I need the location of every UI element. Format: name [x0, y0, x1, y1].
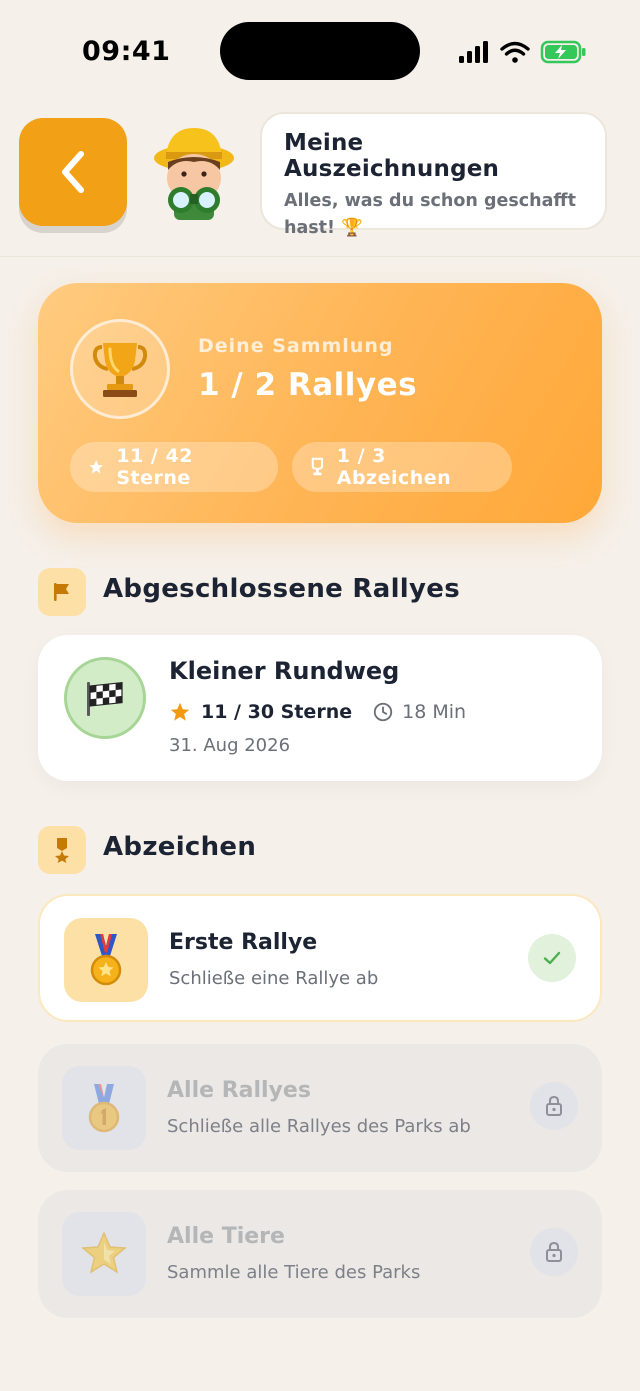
- trophy-badge: [70, 319, 170, 419]
- star-icon: [89, 460, 103, 474]
- header-divider: [0, 256, 640, 257]
- badge-description: Schließe alle Rallyes des Parks ab: [167, 1116, 471, 1137]
- badge-icon-box: [62, 1066, 146, 1150]
- badge-card-alle-tiere[interactable]: Alle Tiere Sammle alle Tiere des Parks: [38, 1190, 602, 1318]
- badge-locked-status: [530, 1082, 578, 1130]
- achievements-screen: 09:41 Meine Auszeichnungen Alles, was du…: [0, 0, 640, 1391]
- badges-pill: 1 / 3 Abzeichen: [292, 442, 512, 492]
- badge-section-icon: [38, 826, 86, 874]
- badge-card-erste-rallye[interactable]: Erste Rallye Schließe eine Rallye ab: [38, 894, 602, 1022]
- back-button[interactable]: [19, 118, 127, 226]
- collection-label: Deine Sammlung: [198, 335, 394, 357]
- badges-heading: Abzeichen: [103, 832, 257, 862]
- rallye-stars: 11 / 30 Sterne: [201, 701, 353, 723]
- badge-title: Alle Tiere: [167, 1224, 285, 1249]
- stars-pill-label: 11 / 42 Sterne: [116, 445, 193, 489]
- rallye-date: 31. Aug 2026: [169, 735, 291, 756]
- badge-description: Schließe eine Rallye ab: [169, 968, 379, 989]
- battery-icon: [540, 40, 586, 64]
- explorer-mascot-icon: [154, 128, 234, 220]
- glowing-star-icon: [81, 1231, 127, 1274]
- checkered-flag-icon: [87, 681, 123, 716]
- dynamic-island: [220, 22, 420, 80]
- badge-icon-box: [62, 1212, 146, 1296]
- trophy-icon: [92, 343, 148, 397]
- rallye-stats: 11 / 30 Sterne 18 Min: [169, 697, 466, 727]
- star-icon: [170, 702, 190, 721]
- badge-locked-status: [530, 1228, 578, 1276]
- clock-icon: [373, 702, 393, 722]
- medal-icon: [55, 838, 69, 863]
- rallye-name: Kleiner Rundweg: [169, 657, 400, 685]
- collection-summary-card: Deine Sammlung 1 / 2 Rallyes 11 / 42 Ste…: [38, 283, 602, 523]
- gold-medal-icon: [90, 934, 122, 986]
- title-card: Meine Auszeichnungen Alles, was du schon…: [260, 112, 607, 238]
- status-time: 09:41: [82, 36, 171, 67]
- collection-rallye-count: 1 / 2 Rallyes: [198, 367, 418, 403]
- rallye-card[interactable]: Kleiner Rundweg 11 / 30 Sterne 18 Min 31…: [38, 635, 602, 781]
- wifi-icon: [500, 41, 530, 63]
- stars-pill: 11 / 42 Sterne: [70, 442, 278, 492]
- first-place-medal-icon: [88, 1084, 120, 1133]
- chevron-left-icon: [62, 151, 84, 193]
- lock-icon: [546, 1095, 562, 1116]
- lock-icon: [546, 1241, 562, 1262]
- status-icons: [459, 40, 586, 64]
- checkered-flag-badge: [64, 657, 146, 739]
- status-bar: 09:41: [0, 0, 640, 100]
- page-subtitle: Alles, was du schon geschafft hast! 🏆: [284, 191, 576, 238]
- checkmark-icon: [543, 951, 561, 965]
- badge-icon-box: [64, 918, 148, 1002]
- medal-ribbon-icon: [311, 457, 323, 476]
- cellular-signal-icon: [459, 41, 488, 63]
- badges-pill-label: 1 / 3 Abzeichen: [336, 445, 452, 489]
- badge-earned-status: [528, 934, 576, 982]
- badge-title: Erste Rallye: [169, 930, 318, 955]
- flag-icon: [54, 583, 69, 601]
- badge-description: Sammle alle Tiere des Parks: [167, 1262, 421, 1283]
- badge-title: Alle Rallyes: [167, 1078, 311, 1103]
- rallye-duration: 18 Min: [402, 701, 467, 723]
- flag-section-icon: [38, 568, 86, 616]
- completed-rallyes-heading: Abgeschlossene Rallyes: [103, 574, 460, 604]
- badge-card-alle-rallyes[interactable]: Alle Rallyes Schließe alle Rallyes des P…: [38, 1044, 602, 1172]
- page-title: Meine Auszeichnungen: [284, 130, 500, 182]
